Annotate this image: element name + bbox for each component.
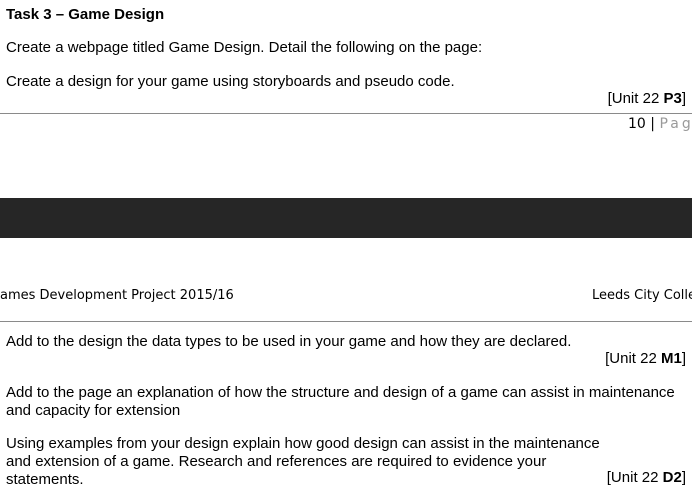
unit-ref-suffix: ] [681, 350, 686, 367]
unit-ref-prefix: [Unit 22 [607, 90, 664, 107]
unit-ref-prefix: [Unit 22 [606, 469, 663, 486]
instruction-paragraph: Using examples from your design explain … [6, 435, 600, 488]
header-left: ames Development Project 2015/16 [0, 288, 234, 303]
header-divider [0, 321, 692, 322]
instruction-paragraph: Add to the design the data types to be u… [6, 333, 572, 350]
instruction-paragraph: Create a design for your game using stor… [6, 73, 455, 90]
page-footer: 10 | Pag [628, 116, 692, 132]
unit-ref-suffix: ] [681, 469, 686, 486]
unit-ref-grade: M1 [660, 350, 682, 367]
page-label: Pag [659, 116, 692, 132]
unit-ref-suffix: ] [681, 90, 686, 107]
unit-ref-prefix: [Unit 22 [605, 350, 661, 367]
page-separator: | [645, 116, 660, 132]
task-title: Task 3 – Game Design [6, 6, 165, 23]
unit-reference: [Unit 22 M1] [605, 350, 686, 368]
page-break-band [0, 198, 692, 238]
page-number: 10 [628, 116, 646, 132]
unit-ref-grade: P3 [663, 90, 682, 107]
header-right: Leeds City Colleg [592, 288, 692, 303]
instruction-paragraph: Add to the page an explanation of how th… [6, 384, 675, 419]
unit-reference: [Unit 22 D2] [607, 469, 686, 487]
unit-ref-grade: D2 [662, 469, 682, 486]
unit-reference: [Unit 22 P3] [608, 90, 686, 108]
instruction-paragraph: Create a webpage titled Game Design. Det… [6, 39, 483, 56]
footer-divider [0, 113, 692, 114]
